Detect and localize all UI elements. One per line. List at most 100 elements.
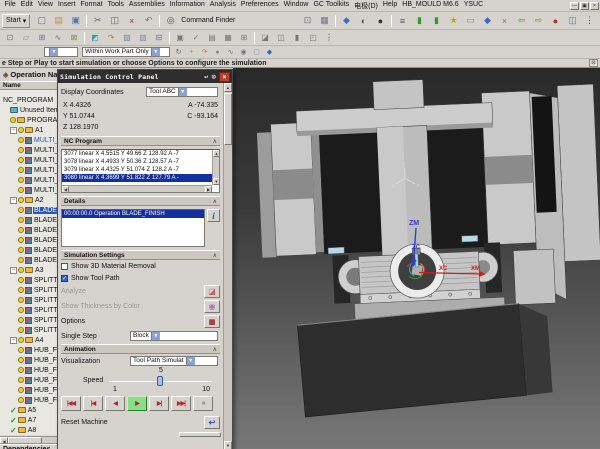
corner-icon[interactable]: ◰ xyxy=(306,31,320,44)
status-lamp-icon[interactable] xyxy=(18,267,24,273)
back-icon[interactable]: ⇦ xyxy=(514,13,529,28)
mill-orient-icon[interactable]: ◩ xyxy=(88,31,102,44)
marquee-icon[interactable]: ▢ xyxy=(251,47,262,58)
play-backward-button[interactable]: ◀ xyxy=(105,396,125,411)
go-to-start-button[interactable]: |◀◀ xyxy=(61,396,81,411)
status-lamp-icon[interactable] xyxy=(18,397,24,403)
status-lamp-icon[interactable] xyxy=(18,277,24,283)
open-icon[interactable]: ▤ xyxy=(51,13,66,28)
tool-path-checkbox[interactable]: ✓ xyxy=(61,275,68,282)
nc-list-vscrollbar[interactable]: ▲ ▼ xyxy=(212,150,219,185)
cube-blue-icon[interactable]: ◆ xyxy=(264,47,275,58)
status-lamp-icon[interactable] xyxy=(18,147,24,153)
menu-analysis[interactable]: Analysis xyxy=(207,1,238,11)
scroll-thumb[interactable] xyxy=(8,437,42,444)
coordinates-mode-dropdown[interactable]: Tool ABC ▼ xyxy=(146,87,218,97)
status-lamp-icon[interactable] xyxy=(10,117,16,123)
status-lamp-icon[interactable] xyxy=(18,217,24,223)
simulation-settings-section-header[interactable]: Simulation Settings∧ xyxy=(61,250,220,260)
graphics-viewport[interactable]: Z X Y xyxy=(233,68,600,449)
nc-program-line[interactable]: 3078 linear X 4.4933 Y 50.36 Z 128.57 A … xyxy=(62,158,212,166)
trim-icon[interactable]: ⊠ xyxy=(67,31,81,44)
scroll-up-icon[interactable]: ▲ xyxy=(224,83,232,92)
status-lamp-icon[interactable] xyxy=(18,197,24,203)
scroll-down-icon[interactable]: ▼ xyxy=(213,178,220,185)
expand-toggle-icon[interactable]: − xyxy=(10,267,17,274)
menu-ysuc[interactable]: YSUC xyxy=(461,1,485,11)
play-forward-button[interactable]: ▶ xyxy=(127,396,147,411)
material-sphere-icon[interactable]: ● xyxy=(548,13,563,28)
material-removal-row[interactable]: Show 3D Material Removal xyxy=(61,261,220,272)
scroll-left-icon[interactable]: ◀ xyxy=(62,186,69,193)
scroll-left-icon[interactable]: ◀ xyxy=(0,437,8,444)
nc-program-list[interactable]: 3077 linear X 4.5515 Y 49.66 Z 128.92 A … xyxy=(61,149,220,193)
information-button[interactable]: i xyxy=(207,209,220,222)
shaded-view-icon[interactable]: ◐ xyxy=(356,13,371,28)
status-lamp-icon[interactable] xyxy=(18,157,24,163)
status-lamp-icon[interactable] xyxy=(18,307,24,313)
status-lamp-icon[interactable] xyxy=(18,227,24,233)
point-icon[interactable]: ⊡ xyxy=(3,31,17,44)
analyze-button[interactable]: ◪ xyxy=(204,285,220,298)
save-icon[interactable]: ▣ xyxy=(68,13,83,28)
expand-toggle-icon[interactable]: − xyxy=(10,197,17,204)
close-button[interactable]: × xyxy=(590,2,599,10)
verify-toolpath-icon[interactable]: ✓ xyxy=(189,31,203,44)
generate-toolpath-icon[interactable]: ▣ xyxy=(173,31,187,44)
status-lamp-icon[interactable] xyxy=(18,247,24,253)
menu-help[interactable]: Help xyxy=(380,1,399,11)
menu-tools[interactable]: Tools xyxy=(105,1,126,11)
status-lamp-icon[interactable] xyxy=(18,257,24,263)
details-section-header[interactable]: Details∧ xyxy=(61,196,220,206)
status-lamp-icon[interactable] xyxy=(18,207,24,213)
thickness-by-color-button[interactable]: ◉ xyxy=(204,300,220,313)
copy-icon[interactable]: ◫ xyxy=(107,13,122,28)
nc-program-section-header[interactable]: NC Program∧ xyxy=(61,136,220,146)
menu-insert[interactable]: Insert xyxy=(55,1,78,11)
dialog-titlebar[interactable]: Simulation Control Panel ↩ ⊙ × xyxy=(58,70,232,83)
toolbar2-overflow-icon[interactable]: ⋮ xyxy=(322,31,336,44)
single-step-dropdown[interactable]: Block ▼ xyxy=(130,331,218,341)
options-button[interactable]: ▦ xyxy=(204,315,220,328)
restore-button[interactable]: ▣ xyxy=(580,2,589,10)
expand-toggle-icon[interactable]: − xyxy=(10,337,17,344)
curve-icon[interactable]: ∿ xyxy=(51,31,65,44)
center-snap-icon[interactable]: ◉ xyxy=(238,47,249,58)
command-finder-icon[interactable]: ◎ xyxy=(163,13,178,28)
list-toolpath-icon[interactable]: ▤ xyxy=(205,31,219,44)
dialog-bottom-button-partial[interactable] xyxy=(179,432,221,437)
touch-mode-icon[interactable]: ⊡ xyxy=(300,13,315,28)
nc-program-line[interactable]: 3077 linear X 4.5515 Y 49.66 Z 128.92 A … xyxy=(62,150,212,158)
no-selection-icon[interactable]: × xyxy=(497,13,512,28)
status-lamp-icon[interactable] xyxy=(18,367,24,373)
menu-format[interactable]: Format xyxy=(78,1,105,11)
command-finder[interactable]: Command Finder xyxy=(181,17,235,24)
status-lamp-icon[interactable] xyxy=(18,237,24,243)
menu-information[interactable]: Information xyxy=(167,1,207,11)
display-mode-icon[interactable]: ⊡ xyxy=(589,59,598,67)
info-window-icon[interactable]: ≡ xyxy=(395,13,410,28)
hatch-icon[interactable]: ▨ xyxy=(120,31,134,44)
cut-icon[interactable]: ✂ xyxy=(90,13,105,28)
status-lamp-icon[interactable] xyxy=(18,187,24,193)
machine-sim-icon[interactable]: ▦ xyxy=(221,31,235,44)
menu-view[interactable]: View xyxy=(35,1,55,11)
verify-green-icon[interactable]: ▮ xyxy=(412,13,427,28)
menu-hb-mould-m6-6[interactable]: HB_MOULD M6.6 xyxy=(400,1,461,11)
status-lamp-icon[interactable] xyxy=(18,167,24,173)
stop-button[interactable]: ■ xyxy=(193,396,213,411)
step-back-button[interactable]: |◀ xyxy=(83,396,103,411)
refresh-icon[interactable]: ↻ xyxy=(173,47,184,58)
menu-gc-toolkits[interactable]: GC Toolkits xyxy=(311,1,352,11)
start-button[interactable]: Start ▾ xyxy=(2,14,30,28)
slider-thumb[interactable] xyxy=(157,376,163,386)
details-line[interactable]: 00:00:00.0 Operation BLADE_FINISH xyxy=(62,210,204,218)
status-lamp-icon[interactable] xyxy=(18,127,24,133)
visualization-dropdown[interactable]: Tool Path Simulat ▼ xyxy=(130,356,218,366)
delete-icon[interactable]: × xyxy=(124,13,139,28)
shaded-cube-icon[interactable]: ◆ xyxy=(480,13,495,28)
csys-icon[interactable]: ⊞ xyxy=(35,31,49,44)
status-lamp-icon[interactable] xyxy=(18,137,24,143)
spark-icon[interactable]: ★ xyxy=(446,13,461,28)
datum-plane-icon[interactable]: ▱ xyxy=(19,31,33,44)
